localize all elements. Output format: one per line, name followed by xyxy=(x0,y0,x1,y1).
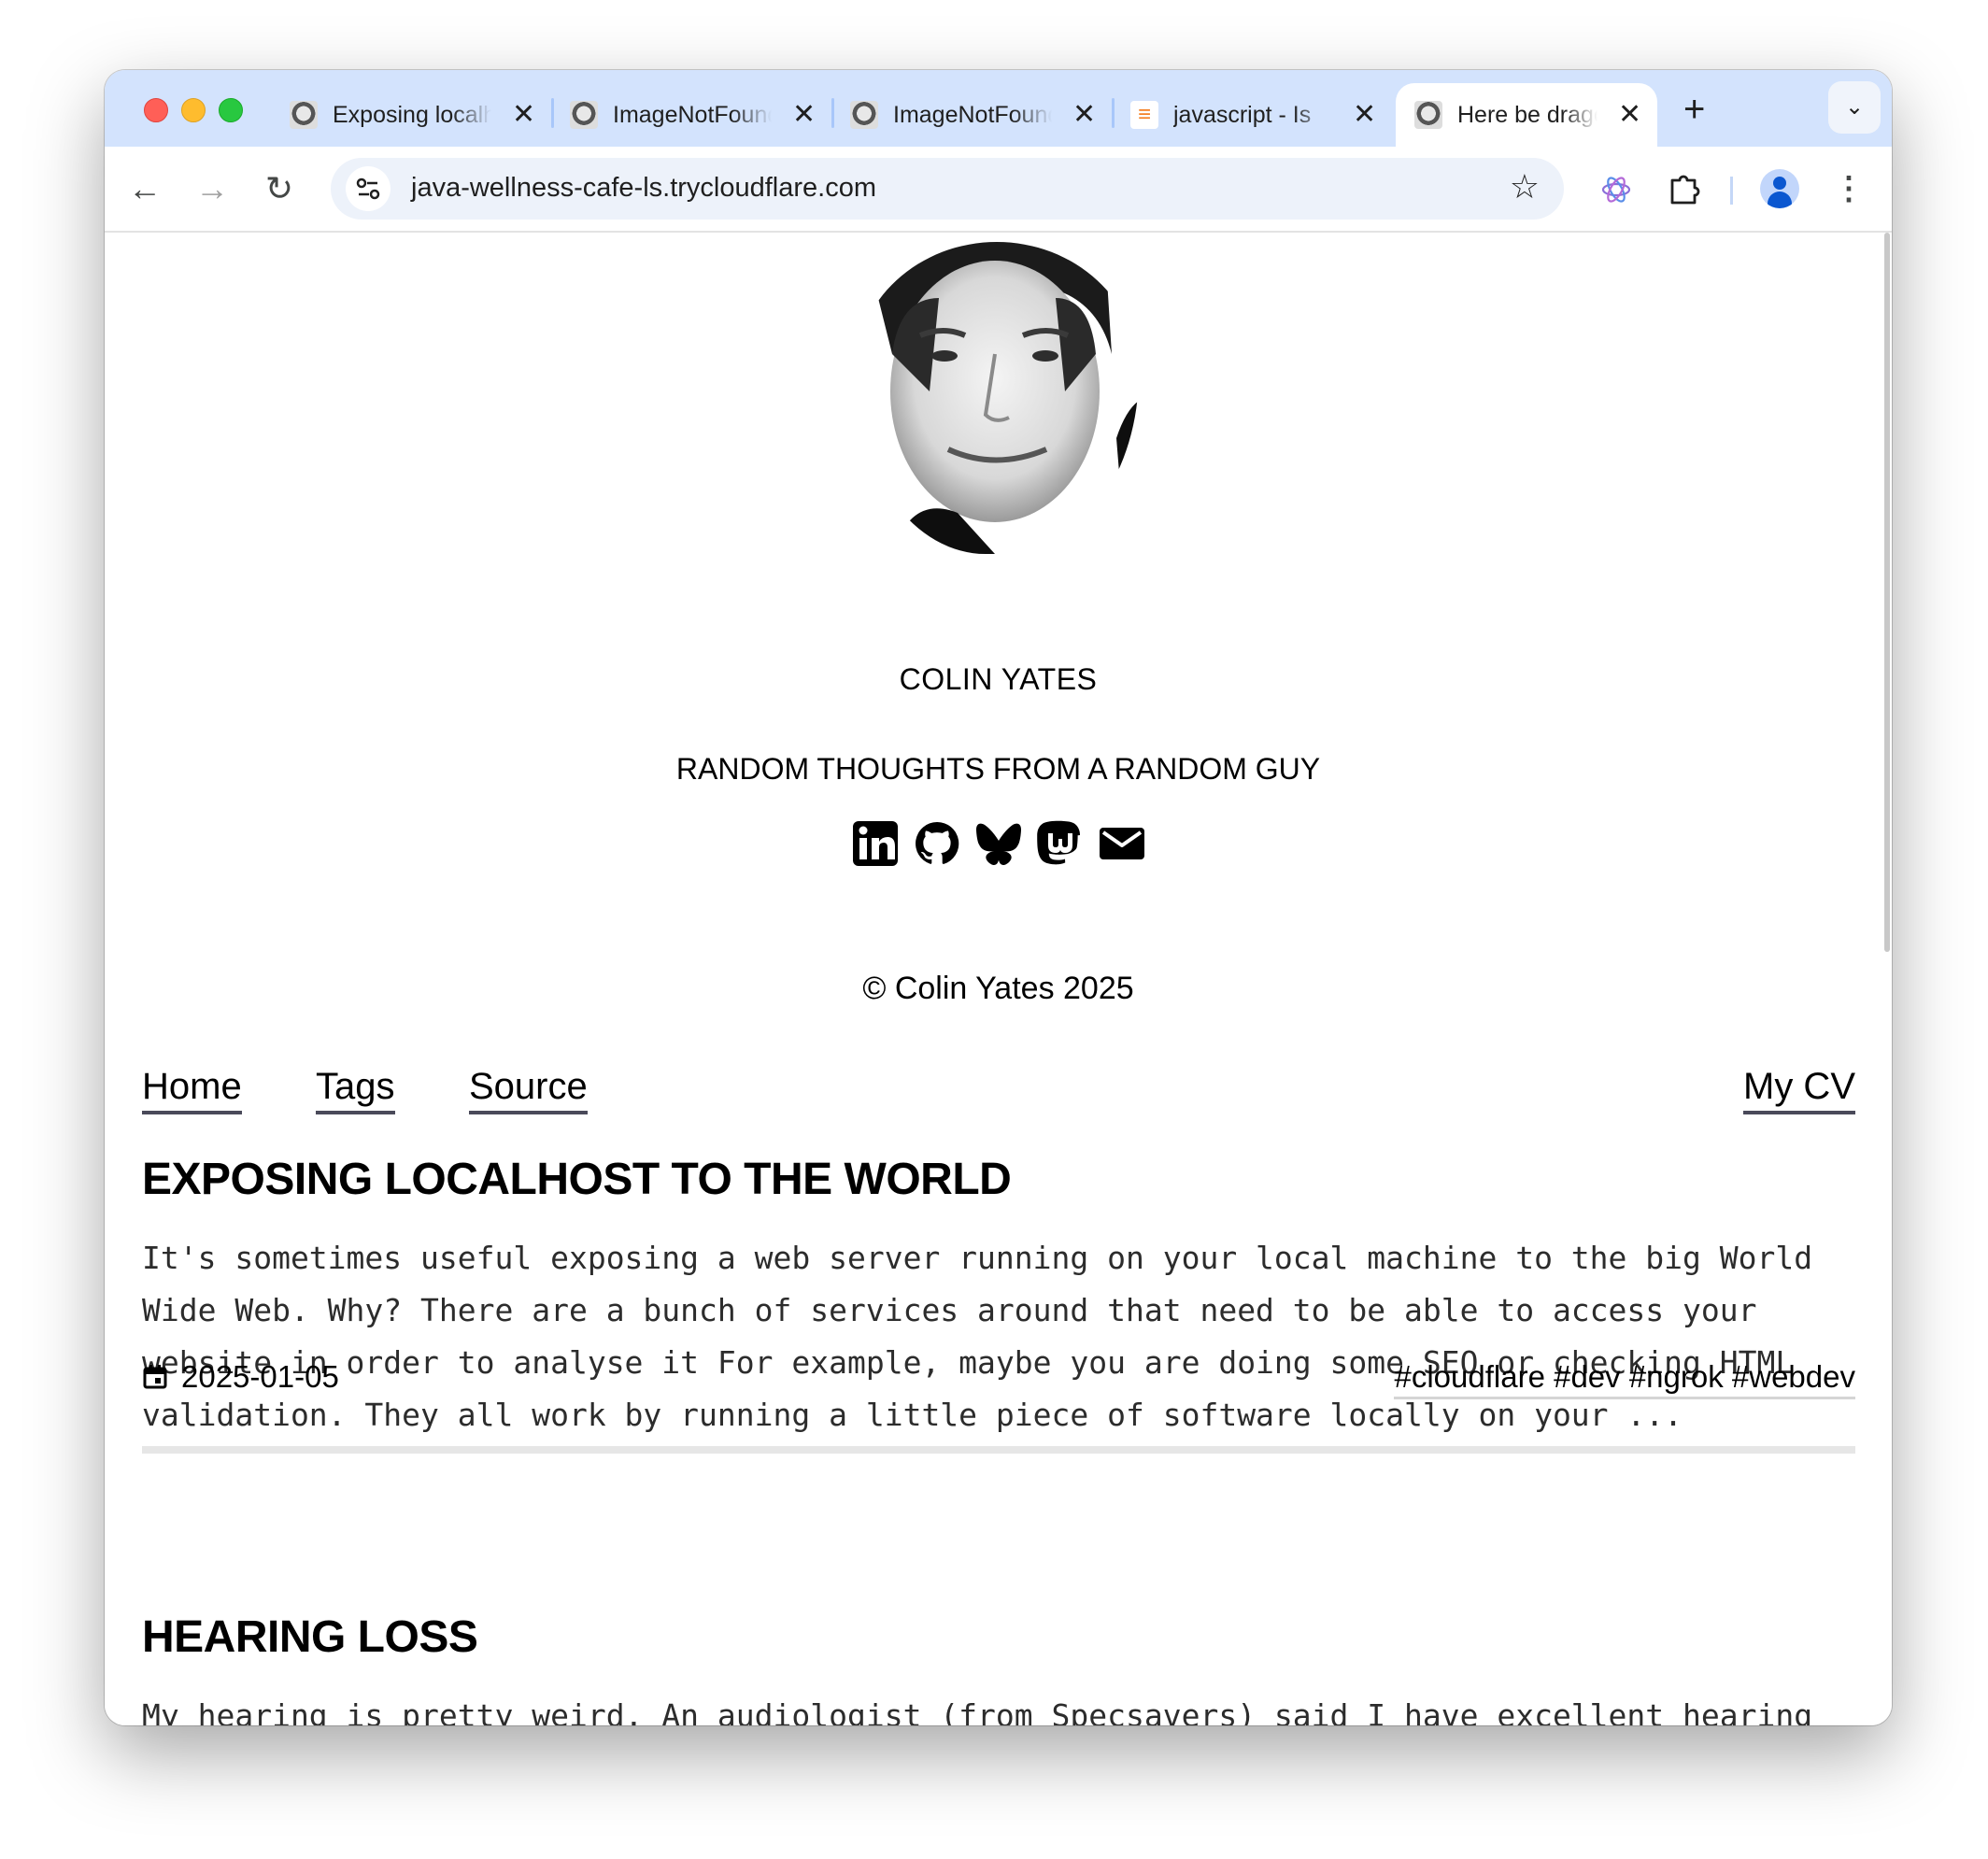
tab-title: javascript - Is xyxy=(1173,101,1312,128)
forward-arrow-icon[interactable]: → xyxy=(191,167,234,210)
nav-tags-link[interactable]: Tags xyxy=(316,1066,395,1114)
post-meta: 2025-01-05 #cloudflare #dev #ngrok #webd… xyxy=(142,1359,1855,1400)
stackoverflow-favicon-icon: ≡ xyxy=(1130,101,1158,129)
bookmark-star-icon[interactable]: ☆ xyxy=(1510,167,1540,206)
mastodon-icon[interactable] xyxy=(1036,819,1085,868)
ai-assistant-icon[interactable] xyxy=(1599,167,1633,218)
browser-toolbar: ← → ↻ java-wellness-cafe-ls.trycloudflar… xyxy=(105,147,1892,233)
tab-imagenotfound-2[interactable]: ImageNotFound ✕ xyxy=(831,83,1112,147)
post-divider xyxy=(142,1446,1855,1454)
close-tab-icon[interactable]: ✕ xyxy=(1618,101,1641,129)
post-title-link[interactable]: HEARING LOSS xyxy=(142,1611,478,1663)
tab-title: ImageNotFound xyxy=(893,101,1052,128)
tab-title: ImageNotFound xyxy=(613,101,772,128)
social-links xyxy=(105,819,1892,868)
site-settings-icon[interactable] xyxy=(346,166,390,211)
address-bar[interactable]: java-wellness-cafe-ls.trycloudflare.com … xyxy=(331,158,1564,220)
profile-avatar-icon[interactable] xyxy=(1760,169,1799,208)
close-window-button[interactable] xyxy=(144,98,168,122)
bluesky-icon[interactable] xyxy=(974,819,1023,868)
post-excerpt: It's sometimes useful exposing a web ser… xyxy=(142,1240,1813,1433)
email-icon[interactable] xyxy=(1098,819,1146,868)
linkedin-icon[interactable] xyxy=(851,819,900,868)
nav-home-link[interactable]: Home xyxy=(142,1066,242,1114)
github-icon[interactable] xyxy=(913,819,961,868)
tab-title: Exposing localhost xyxy=(333,101,491,128)
portrait-favicon-icon xyxy=(290,101,318,129)
tab-exposing-localhost[interactable]: Exposing localhost ✕ xyxy=(271,83,551,147)
extensions-puzzle-icon[interactable] xyxy=(1667,167,1702,218)
post-title-link[interactable]: EXPOSING LOCALHOST TO THE WORLD xyxy=(142,1154,1012,1205)
tab-title: Here be dragons xyxy=(1457,101,1598,128)
browser-window: Exposing localhost ✕ ImageNotFound ✕ Ima… xyxy=(105,70,1892,1725)
reload-icon[interactable]: ↻ xyxy=(258,167,301,210)
close-tab-icon[interactable]: ✕ xyxy=(512,101,535,129)
tab-here-be-dragons[interactable]: Here be dragons ✕ xyxy=(1396,83,1657,147)
nav-source-link[interactable]: Source xyxy=(469,1066,588,1114)
fullscreen-window-button[interactable] xyxy=(219,98,243,122)
new-tab-button[interactable]: + xyxy=(1683,91,1705,128)
close-tab-icon[interactable]: ✕ xyxy=(1353,101,1376,129)
close-tab-icon[interactable]: ✕ xyxy=(792,101,816,129)
page-viewport: COLIN YATES RANDOM THOUGHTS FROM A RANDO… xyxy=(105,233,1892,1725)
portrait-favicon-icon xyxy=(1414,101,1442,129)
nav-cv-link[interactable]: My CV xyxy=(1743,1066,1855,1114)
toolbar-divider xyxy=(1730,177,1733,205)
site-author-name: COLIN YATES xyxy=(899,662,1098,696)
minimize-window-button[interactable] xyxy=(181,98,206,122)
tab-javascript[interactable]: ≡ javascript - Is ✕ xyxy=(1112,83,1392,147)
tab-search-chevron-icon[interactable]: ⌄ xyxy=(1828,81,1881,134)
author-photo xyxy=(855,242,1139,554)
portrait-favicon-icon xyxy=(850,101,878,129)
close-tab-icon[interactable]: ✕ xyxy=(1072,101,1096,129)
copyright-text: © Colin Yates 2025 xyxy=(862,971,1134,1006)
url-text: java-wellness-cafe-ls.trycloudflare.com xyxy=(411,173,876,203)
calendar-icon xyxy=(143,1365,167,1389)
portrait-favicon-icon xyxy=(570,101,598,129)
tab-strip: Exposing localhost ✕ ImageNotFound ✕ Ima… xyxy=(105,70,1892,147)
post-tags-links[interactable]: #cloudflare #dev #ngrok #webdev xyxy=(1394,1359,1855,1399)
post-date-text: 2025-01-05 xyxy=(181,1359,339,1394)
site-tagline: RANDOM THOUGHTS FROM A RANDOM GUY xyxy=(675,752,1321,786)
post-excerpt: My hearing is pretty weird. An audiologi… xyxy=(142,1697,1813,1725)
back-arrow-icon[interactable]: ← xyxy=(123,167,166,210)
tab-imagenotfound-1[interactable]: ImageNotFound ✕ xyxy=(551,83,831,147)
browser-menu-kebab-icon[interactable]: ⋮ xyxy=(1833,167,1865,210)
post-date: 2025-01-05 xyxy=(142,1359,339,1395)
